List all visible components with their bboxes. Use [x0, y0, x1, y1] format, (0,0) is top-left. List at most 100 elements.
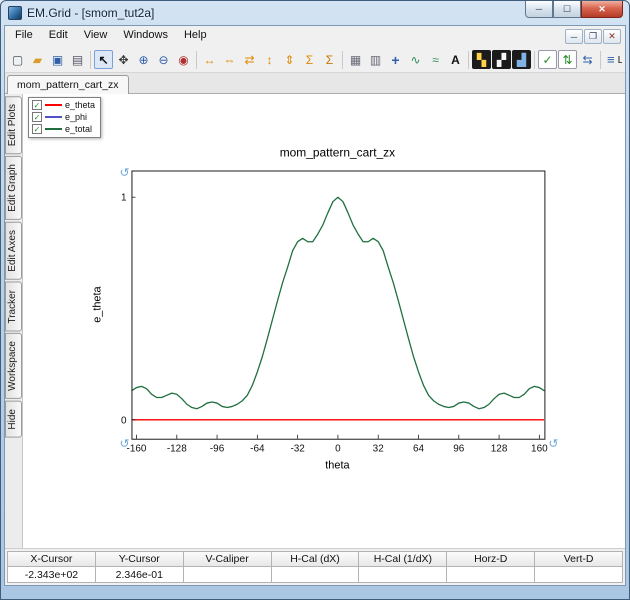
status-value-y-cursor: 2.346e-01: [95, 567, 184, 583]
status-header-v-caliper: V-Caliper: [183, 551, 272, 567]
status-header-vert-d: Vert-D: [535, 551, 624, 567]
window-title: EM.Grid - [smom_tut2a]: [27, 6, 155, 20]
status-header-y-cursor: Y-Cursor: [95, 551, 184, 567]
smooth-tool-button[interactable]: ≈: [426, 50, 445, 69]
status-header-h-cal-dx: H-Cal (dX): [271, 551, 360, 567]
zoom-in-button[interactable]: ⊕: [134, 50, 153, 69]
close-button[interactable]: ✕: [581, 1, 623, 18]
axis-handles: ↺ ↺ ↺: [120, 165, 559, 450]
spectrum-view-button[interactable]: ▟: [512, 50, 531, 69]
y-axis-label: e_theta: [92, 285, 104, 322]
status-value-row: -2.343e+02 2.346e-01: [7, 567, 624, 583]
snap-checkbox[interactable]: ✓: [538, 50, 557, 69]
x-tick-label: 0: [335, 444, 341, 455]
mdi-window-controls: ─ ❐ ✕: [564, 29, 623, 44]
titlebar[interactable]: EM.Grid - [smom_tut2a] ─ ☐ ✕: [1, 1, 629, 25]
tab-mom-pattern-cart-zx[interactable]: mom_pattern_cart_zx: [7, 75, 129, 94]
expand-x-button[interactable]: ↔: [200, 50, 219, 69]
link-axes-button[interactable]: ⇆: [578, 50, 597, 69]
status-header-row: X-Cursor Y-Cursor V-Caliper H-Cal (dX) H-Cal…: [7, 551, 624, 567]
legend-checkbox-e-phi[interactable]: ✓: [32, 112, 42, 122]
document-tabbar: mom_pattern_cart_zx: [5, 73, 625, 94]
x-tick-label: 128: [491, 444, 508, 455]
zoom-region-button[interactable]: ◉: [174, 50, 193, 69]
status-value-h-cal-dx: [271, 567, 360, 583]
toolbar-separator: [90, 50, 91, 69]
open-file-button[interactable]: ▰: [28, 50, 47, 69]
status-header-x-cursor: X-Cursor: [7, 551, 96, 567]
window-controls: ─ ☐ ✕: [525, 1, 623, 18]
x-tick-label: 160: [531, 444, 548, 455]
pan-tool-button[interactable]: ✥: [114, 50, 133, 69]
y-tick-label: 1: [121, 193, 127, 204]
legend-checkbox-e-theta[interactable]: ✓: [32, 100, 42, 110]
status-value-x-cursor: -2.343e+02: [7, 567, 96, 583]
mdi-restore-button[interactable]: ❐: [584, 29, 602, 44]
chart-canvas[interactable]: mom_pattern_cart_zx e_theta theta -160 -1…: [23, 94, 625, 548]
y-tick-label: 0: [121, 415, 127, 426]
step-spinner[interactable]: ⇅: [558, 50, 577, 69]
layout-icon: ≡: [607, 52, 615, 67]
minimize-button[interactable]: ─: [525, 1, 553, 18]
sidebar-tab-edit-axes[interactable]: Edit Axes: [5, 222, 22, 280]
menu-item-edit[interactable]: Edit: [41, 26, 76, 47]
menu-item-windows[interactable]: Windows: [115, 26, 176, 47]
new-file-button[interactable]: ▢: [8, 50, 27, 69]
fit-y-button[interactable]: ⇕: [280, 50, 299, 69]
save-button[interactable]: ▣: [48, 50, 67, 69]
data-grid-button[interactable]: ▥: [366, 50, 385, 69]
legend-box[interactable]: ✓ e_theta ✓ e_phi ✓ e_total: [28, 97, 102, 138]
legend-checkbox-e-total[interactable]: ✓: [32, 124, 42, 134]
sidebar-tab-hide[interactable]: Hide: [5, 401, 22, 438]
plot-area: mom_pattern_cart_zx e_theta theta -160 -1…: [22, 94, 625, 548]
x-tick-label: -128: [167, 444, 187, 455]
status-value-vert-d: [535, 567, 624, 583]
legend-item-e-theta[interactable]: ✓ e_theta: [32, 100, 95, 110]
legend-line-sample: [45, 104, 62, 106]
mdi-minimize-button[interactable]: ─: [565, 29, 583, 44]
print-button[interactable]: ▤: [68, 50, 87, 69]
client-area: File Edit View Windows Help ─ ❐ ✕ ▢ ▰ ▣ ▤ ↖ ✥ ⊕ ⊖ ◉ ↔ ⇔ ⇄…: [4, 25, 626, 586]
window-footer: [1, 586, 629, 599]
series-e_total[interactable]: [131, 196, 545, 410]
legend-label: e_total: [65, 124, 93, 134]
menu-items: File Edit View Windows Help: [7, 26, 215, 47]
x-tick-label: 96: [453, 444, 465, 455]
legend-item-e-total[interactable]: ✓ e_total: [32, 124, 95, 134]
sidebar-tab-workspace[interactable]: Workspace: [5, 333, 22, 400]
add-trace-button[interactable]: +: [386, 50, 405, 69]
menu-item-view[interactable]: View: [76, 26, 116, 47]
app-window: EM.Grid - [smom_tut2a] ─ ☐ ✕ File Edit View W…: [0, 0, 630, 600]
text-label-button[interactable]: A: [446, 50, 465, 69]
sidebar-tab-tracker[interactable]: Tracker: [5, 281, 22, 332]
pattern-view-button[interactable]: ▚: [472, 50, 491, 69]
axis-zoom-handle-icon[interactable]: ↺: [548, 437, 558, 451]
legend-item-e-phi[interactable]: ✓ e_phi: [32, 112, 95, 122]
pan-x-button[interactable]: ⇄: [240, 50, 259, 69]
expand-y-button[interactable]: ↕: [260, 50, 279, 69]
status-value-h-cal-1-dx: [359, 567, 448, 583]
toolbar-separator: [534, 50, 535, 69]
axis-zoom-handle-icon[interactable]: ↺: [120, 437, 130, 451]
fit-x-button[interactable]: ⇔: [220, 50, 239, 69]
curve-tool-button[interactable]: ∿: [406, 50, 425, 69]
layout-button[interactable]: ≡Layou: [607, 52, 622, 67]
waveform-view-button[interactable]: ▞: [492, 50, 511, 69]
status-header-horz-d: Horz-D: [447, 551, 536, 567]
sidebar-tab-edit-plots[interactable]: Edit Plots: [5, 96, 22, 155]
plot-frame: [131, 170, 546, 440]
sidebar-tab-edit-graph[interactable]: Edit Graph: [5, 156, 22, 221]
maximize-button[interactable]: ☐: [553, 1, 581, 18]
pointer-tool-button[interactable]: ↖: [94, 50, 113, 69]
x-tick-label: -96: [210, 444, 225, 455]
data-table-button[interactable]: ▦: [346, 50, 365, 69]
menu-item-file[interactable]: File: [7, 26, 41, 47]
sum-y-button[interactable]: Σ: [320, 50, 339, 69]
main-area: Edit Plots Edit Graph Edit Axes Tracker Work…: [5, 94, 625, 548]
mdi-close-button[interactable]: ✕: [603, 29, 621, 44]
app-icon: [8, 6, 22, 20]
axis-zoom-handle-icon[interactable]: ↺: [120, 165, 130, 179]
zoom-out-button[interactable]: ⊖: [154, 50, 173, 69]
menu-item-help[interactable]: Help: [176, 26, 215, 47]
sum-x-button[interactable]: Σ: [300, 50, 319, 69]
